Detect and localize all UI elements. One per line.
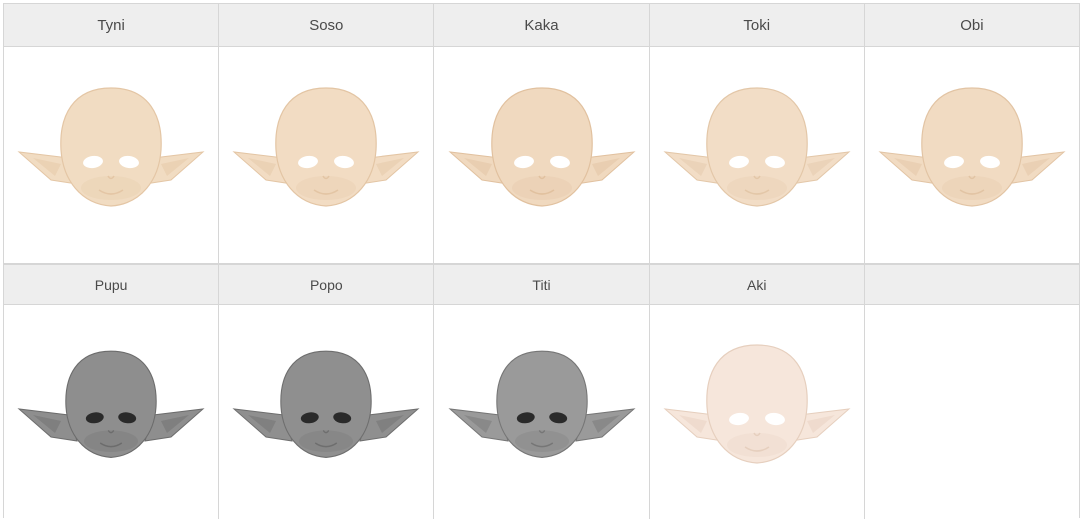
cell-header: Pupu bbox=[4, 265, 219, 305]
head-name-label: Obi bbox=[960, 16, 984, 34]
grid-cell: Toki bbox=[649, 4, 865, 263]
grid-cell: Kaka bbox=[434, 4, 650, 263]
head-name-label: Popo bbox=[309, 276, 343, 293]
cell-header: Popo bbox=[219, 265, 434, 305]
head-name-label: Aki bbox=[746, 276, 767, 293]
head-image[interactable] bbox=[219, 305, 434, 519]
head-name-label: Toki bbox=[743, 16, 771, 34]
doll-head-grid: Tyni Soso Kaka Toki Obi Pupu Popo Titi A… bbox=[3, 3, 1080, 519]
head-image[interactable] bbox=[434, 47, 649, 263]
cell-header: Kaka bbox=[434, 4, 649, 47]
doll-head-icon bbox=[17, 350, 205, 458]
grid-cell: Soso bbox=[219, 4, 435, 263]
cell-header: Toki bbox=[649, 4, 864, 47]
doll-head-icon bbox=[878, 87, 1066, 207]
cell-header: Soso bbox=[219, 4, 434, 47]
head-name-label: Titi bbox=[532, 276, 551, 293]
doll-head-icon bbox=[447, 87, 636, 207]
empty-image-area bbox=[864, 305, 1080, 519]
grid-cell-empty bbox=[864, 265, 1080, 519]
head-image[interactable] bbox=[4, 47, 219, 263]
grid-cell: Tyni bbox=[4, 4, 220, 263]
cell-header: Titi bbox=[434, 265, 649, 305]
grid-row-2: Pupu Popo Titi Aki bbox=[4, 263, 1080, 519]
doll-head-icon bbox=[663, 87, 851, 207]
cell-header: Aki bbox=[649, 265, 864, 305]
doll-head-icon bbox=[232, 350, 420, 458]
cell-header: Obi bbox=[864, 4, 1080, 47]
doll-head-icon bbox=[232, 87, 420, 207]
grid-cell: Obi bbox=[864, 4, 1080, 263]
doll-head-icon bbox=[17, 87, 205, 207]
doll-head-icon bbox=[447, 350, 636, 458]
head-image[interactable] bbox=[649, 305, 864, 519]
head-image[interactable] bbox=[434, 305, 649, 519]
grid-cell: Pupu bbox=[4, 265, 220, 519]
head-name-label: Soso bbox=[309, 16, 344, 34]
head-image[interactable] bbox=[649, 47, 864, 263]
head-name-label: Tyni bbox=[97, 16, 125, 34]
head-image[interactable] bbox=[219, 47, 434, 263]
head-image[interactable] bbox=[4, 305, 219, 519]
cell-header: Tyni bbox=[4, 4, 219, 47]
grid-row-1: Tyni Soso Kaka Toki Obi bbox=[4, 4, 1080, 263]
head-name-label: Kaka bbox=[524, 16, 559, 34]
head-name-label: Pupu bbox=[94, 276, 128, 293]
grid-cell: Titi bbox=[434, 265, 650, 519]
head-image[interactable] bbox=[864, 47, 1080, 263]
cell-header bbox=[864, 265, 1080, 305]
grid-cell: Aki bbox=[649, 265, 865, 519]
doll-head-icon bbox=[663, 344, 851, 464]
grid-cell: Popo bbox=[219, 265, 435, 519]
